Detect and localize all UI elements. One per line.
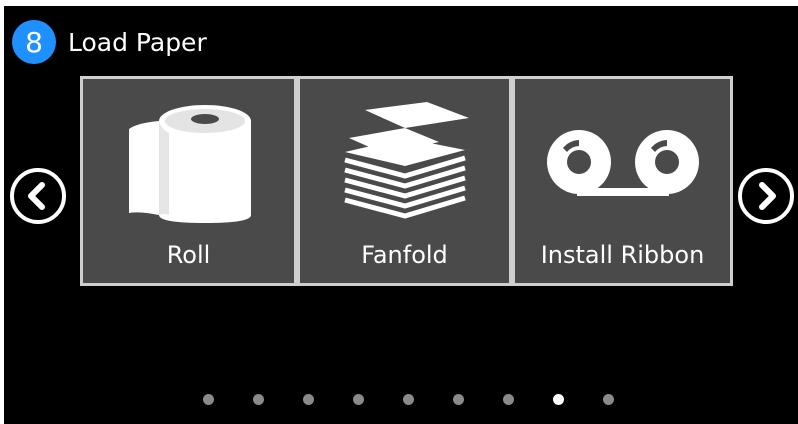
menu-tiles: Roll Fanfold Install Ribbon — [80, 76, 733, 286]
tile-fanfold[interactable]: Fanfold — [300, 79, 509, 283]
page-dot[interactable] — [503, 394, 514, 405]
step-number-badge: 8 — [12, 20, 56, 64]
tile-fanfold-label: Fanfold — [361, 241, 448, 269]
tile-install-ribbon-label: Install Ribbon — [540, 241, 705, 269]
page-indicator — [0, 394, 798, 408]
screen: 8 Load Paper Roll Fanfold Install Ribbon — [0, 0, 798, 424]
tile-roll-label: Roll — [166, 241, 211, 269]
tile-roll[interactable]: Roll — [83, 79, 294, 283]
page-title: Load Paper — [68, 27, 207, 57]
previous-button[interactable] — [10, 168, 66, 224]
page-dot[interactable] — [453, 394, 464, 405]
chevron-left-icon — [28, 182, 45, 210]
ribbon-cassette-icon — [515, 93, 730, 233]
tile-install-ribbon[interactable]: Install Ribbon — [515, 79, 730, 283]
page-dot[interactable] — [603, 394, 614, 405]
page-dot[interactable] — [253, 394, 264, 405]
page-dot[interactable] — [303, 394, 314, 405]
header: 8 Load Paper — [12, 20, 207, 64]
paper-roll-icon — [83, 93, 294, 233]
page-dot[interactable] — [403, 394, 414, 405]
page-dot[interactable] — [203, 394, 214, 405]
page-dot-active[interactable] — [553, 394, 564, 405]
next-button[interactable] — [738, 168, 794, 224]
chevron-right-icon — [759, 182, 776, 210]
fanfold-stack-icon — [300, 93, 509, 233]
page-dot[interactable] — [353, 394, 364, 405]
